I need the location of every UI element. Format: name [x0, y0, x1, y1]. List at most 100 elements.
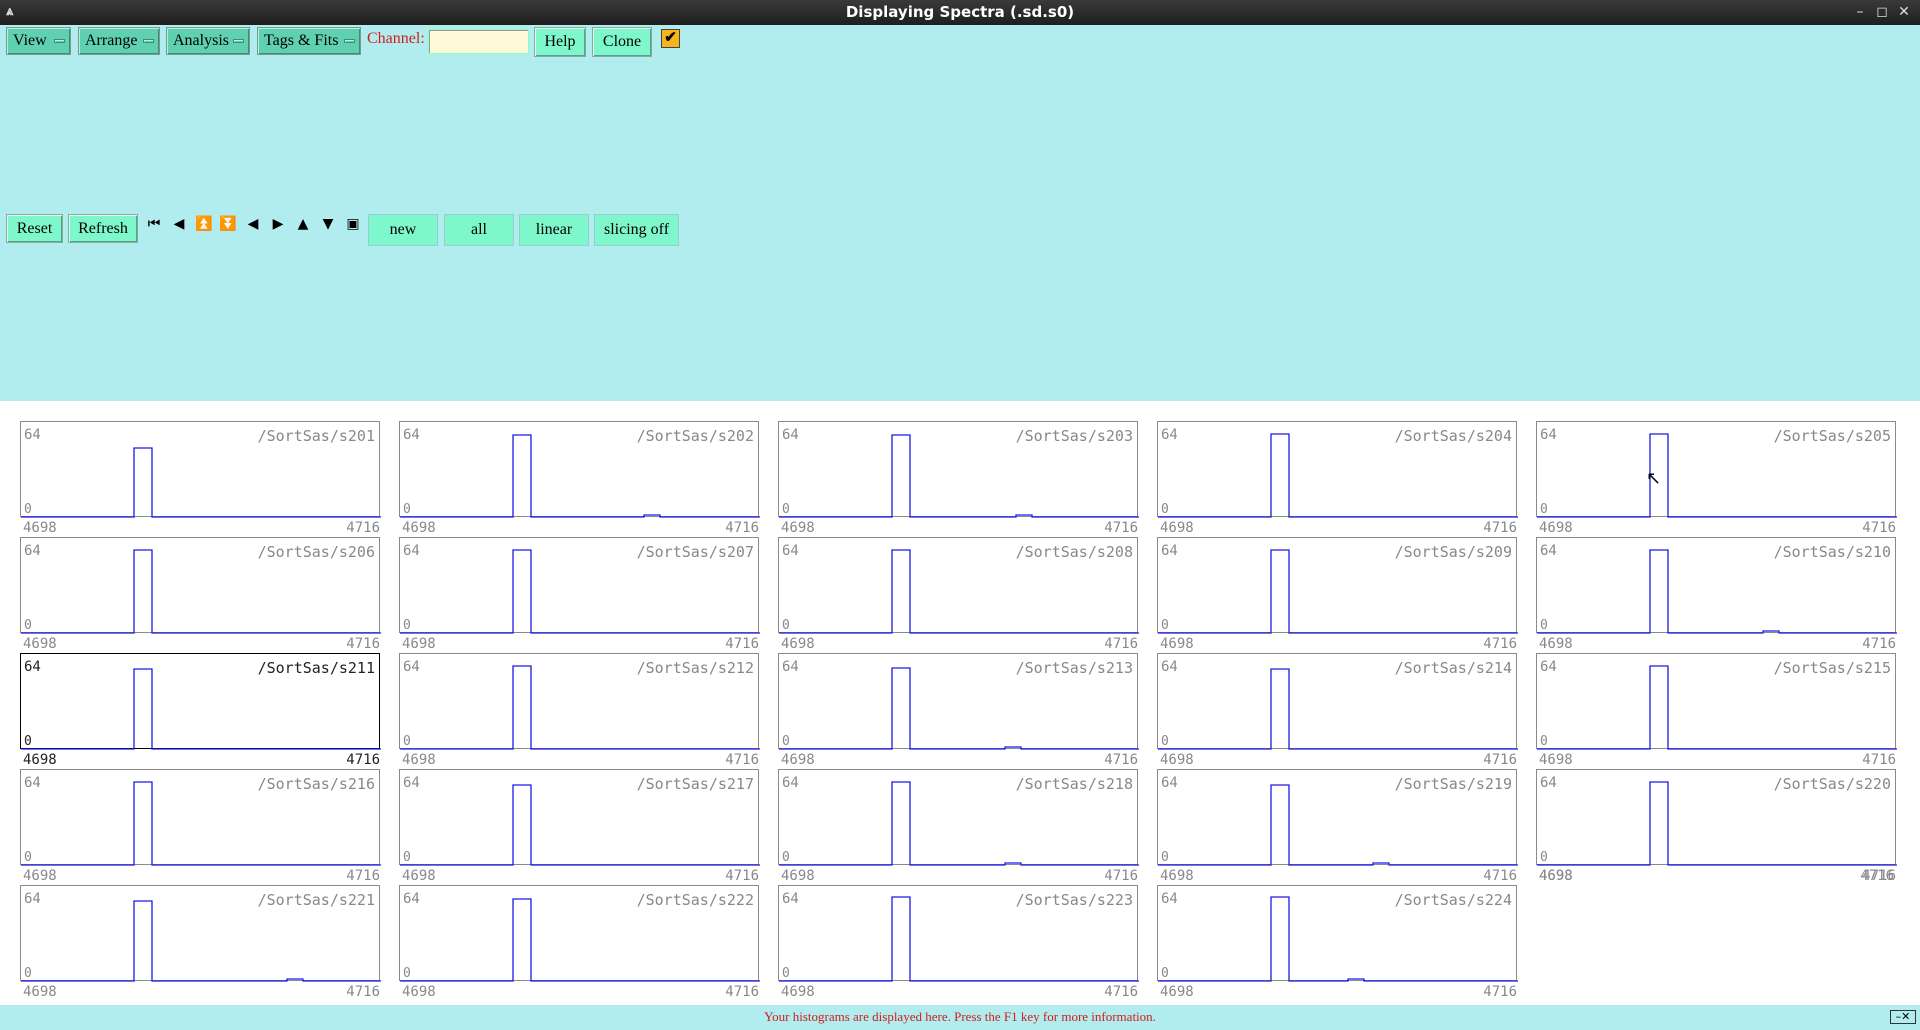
spectrum-panel[interactable]: 64 0/SortSas/s212 4698 4716: [379, 633, 760, 768]
spectrum-panel[interactable]: 64 0/SortSas/s221 4698 4716: [0, 865, 381, 1000]
spectrum-panel[interactable]: 64 0/SortSas/s208 4698 4716: [758, 517, 1139, 652]
histogram-line: [779, 781, 1139, 866]
scale-toggle[interactable]: linear: [519, 214, 589, 246]
y-max-label: 64: [403, 659, 420, 675]
analysis-menu[interactable]: Analysis: [166, 27, 250, 55]
menu-indicator-icon: [344, 39, 355, 43]
y-min-label: 0: [1161, 850, 1169, 865]
histogram-line: [779, 549, 1139, 634]
spectrum-panel[interactable]: 64 0/SortSas/s201 4698 4716: [0, 401, 381, 536]
y-min-label: 0: [1540, 850, 1548, 865]
all-toggle[interactable]: all: [444, 214, 514, 246]
spectrum-panel[interactable]: 64 0/SortSas/s224 4698 4716: [1137, 865, 1518, 1000]
y-max-label: 64: [782, 427, 799, 443]
expand-horizontal-icon[interactable]: ◀︎: [168, 214, 190, 236]
x-min-label: 4698: [402, 984, 436, 1000]
spectrum-panel[interactable]: 64 0/SortSas/s202 4698 4716: [379, 401, 760, 536]
spectrum-panel[interactable]: 64 0/SortSas/s205 4698 4716: [1516, 401, 1897, 536]
spectrum-panel[interactable]: 64 0/SortSas/s222 4698 4716: [379, 865, 760, 1000]
histogram-line: [21, 668, 381, 750]
histogram-line: [1537, 549, 1897, 634]
y-max-label: 64: [1161, 543, 1178, 559]
window-titlebar: ⩓ Displaying Spectra (.sd.s0) – ◻ ✕: [0, 0, 1920, 25]
spectrum-panel[interactable]: 64 0/SortSas/s203 4698 4716: [758, 401, 1139, 536]
spectrum-panel[interactable]: 64 0/SortSas/s218 4698 4716: [758, 749, 1139, 884]
new-toggle[interactable]: new: [368, 214, 438, 246]
spectrum-frame: 64 0/SortSas/s213: [778, 653, 1139, 750]
histogram-line: [400, 665, 760, 750]
tags-fits-menu[interactable]: Tags & Fits: [257, 27, 361, 55]
histogram-line: [779, 896, 1139, 982]
spectrum-panel[interactable]: 64 0/SortSas/s214 4698 4716: [1137, 633, 1518, 768]
refresh-button[interactable]: Refresh: [68, 214, 138, 243]
arrange-menu-label: Arrange: [85, 32, 138, 49]
spectrum-name: /SortSas/s213: [1015, 659, 1133, 677]
spectrum-name: /SortSas/s210: [1773, 543, 1891, 561]
status-bar: Your histograms are displayed here. Pres…: [0, 1005, 1920, 1030]
next-icon[interactable]: ▶: [267, 214, 289, 236]
spectrum-panel[interactable]: 64 0/SortSas/s211 4698 4716: [0, 633, 381, 768]
spectrum-panel[interactable]: 64 0/SortSas/s209 4698 4716: [1137, 517, 1518, 652]
spectrum-frame: 64 0/SortSas/s209: [1157, 537, 1518, 634]
spectrum-panel[interactable]: 64 0/SortSas/s223 4698 4716: [758, 865, 1139, 1000]
spectrum-name: /SortSas/s205: [1773, 427, 1891, 445]
x-max-label: 4716: [725, 984, 759, 1000]
spectrum-name: /SortSas/s206: [257, 543, 375, 561]
y-min-label: 0: [403, 850, 411, 865]
spectrum-frame: 64 0/SortSas/s223: [778, 885, 1139, 982]
spectrum-frame: 64 0/SortSas/s221: [20, 885, 381, 982]
first-icon[interactable]: ⏮: [143, 214, 165, 236]
spectrum-panel[interactable]: 64 0/SortSas/s215 4698 4716: [1516, 633, 1897, 768]
spectrum-panel[interactable]: 64 0/SortSas/s219 4698 4716: [1137, 749, 1518, 884]
help-button[interactable]: Help: [534, 27, 586, 57]
clone-button[interactable]: Clone: [592, 27, 652, 57]
spectrum-panel[interactable]: 64 0/SortSas/s217 4698 4716: [379, 749, 760, 884]
reset-button[interactable]: Reset: [6, 214, 63, 243]
spectrum-name: /SortSas/s218: [1015, 775, 1133, 793]
window-controls-icon[interactable]: –✕: [1890, 1010, 1916, 1024]
status-message: Your histograms are displayed here. Pres…: [764, 1009, 1156, 1024]
menu-indicator-icon: [143, 39, 154, 43]
page-up-icon[interactable]: ⏫: [193, 214, 215, 236]
arrange-menu[interactable]: Arrange: [78, 27, 160, 55]
spectrum-panel[interactable]: 64 0/SortSas/s216 4698 4716: [0, 749, 381, 884]
spectrum-name: /SortSas/s217: [636, 775, 754, 793]
spectrum-panel[interactable]: 64 0/SortSas/s207 4698 4716: [379, 517, 760, 652]
y-max-label: 64: [782, 659, 799, 675]
y-max-label: 64: [782, 775, 799, 791]
histogram-line: [1537, 433, 1897, 518]
scroll-up-icon[interactable]: ▲: [292, 214, 314, 236]
stop-icon[interactable]: ▣: [342, 214, 364, 236]
spectrum-panel[interactable]: 64 0/SortSas/s213 4698 4716: [758, 633, 1139, 768]
channel-input[interactable]: [428, 29, 529, 54]
page-down-icon[interactable]: ⏬: [217, 214, 239, 236]
y-max-label: 64: [782, 543, 799, 559]
y-max-label: 64: [1540, 659, 1557, 675]
view-menu[interactable]: View: [6, 27, 71, 55]
spectrum-frame: 64 0/SortSas/s206: [20, 537, 381, 634]
checkbox[interactable]: ✔: [661, 29, 680, 48]
previous-icon[interactable]: ◀: [242, 214, 264, 236]
spectrum-panel[interactable]: 64 0/SortSas/s204 4698 4716: [1137, 401, 1518, 536]
histogram-line: [1158, 549, 1518, 634]
scroll-down-icon[interactable]: ▼: [317, 214, 339, 236]
slicing-toggle[interactable]: slicing off: [594, 214, 679, 246]
spectrum-frame: 64 0/SortSas/s212: [399, 653, 760, 750]
spectrum-panel[interactable]: 64 0/SortSas/s210 4698 4716: [1516, 517, 1897, 652]
x-min-label: 4698: [23, 984, 57, 1000]
spectrum-panel[interactable]: 64 0/SortSas/s220 4698 4716: [1516, 749, 1897, 884]
y-max-label: 64: [1161, 891, 1178, 907]
y-min-label: 0: [782, 734, 790, 749]
spectrum-frame: 64 0/SortSas/s207: [399, 537, 760, 634]
y-max-label: 64: [24, 891, 41, 907]
x-min-label: 4698: [1160, 984, 1194, 1000]
y-max-label: 64: [403, 543, 420, 559]
spectrum-panel[interactable]: 64 0/SortSas/s206 4698 4716: [0, 517, 381, 652]
y-min-label: 0: [403, 734, 411, 749]
minimize-icon[interactable]: –: [1851, 3, 1869, 21]
spectrum-frame: 64 0/SortSas/s224: [1157, 885, 1518, 982]
spectrum-frame: 64 0/SortSas/s214: [1157, 653, 1518, 750]
histogram-line: [1537, 781, 1897, 866]
maximize-icon[interactable]: ◻: [1873, 3, 1891, 21]
close-icon[interactable]: ✕: [1895, 3, 1913, 21]
